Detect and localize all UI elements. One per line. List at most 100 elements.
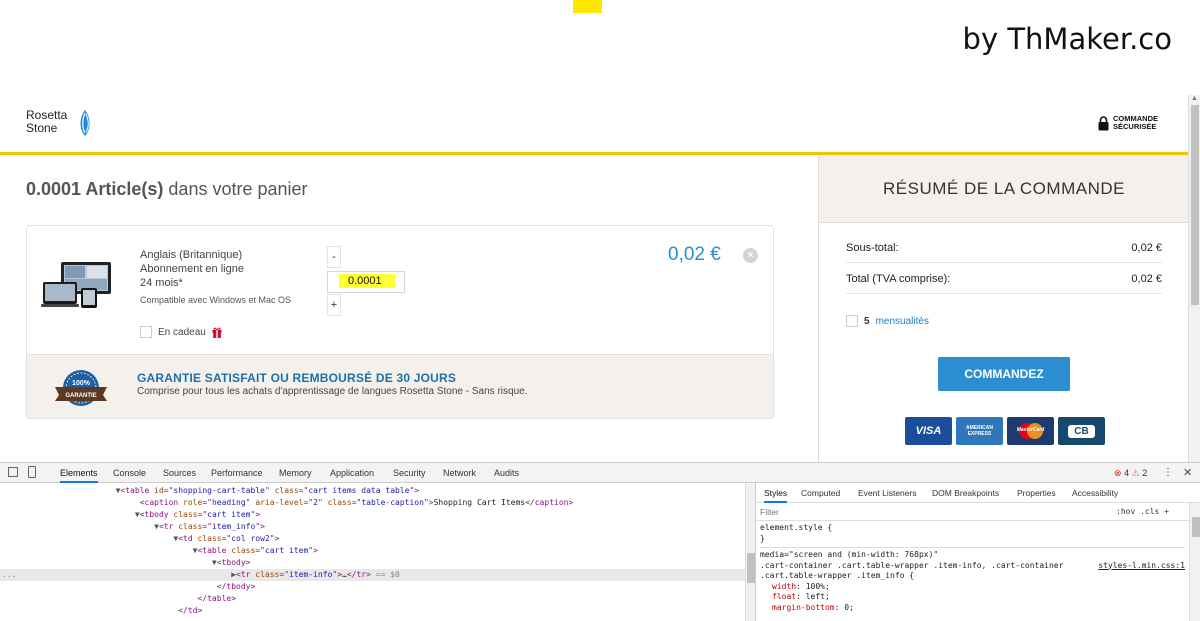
dom-node-line[interactable]: </td> xyxy=(0,605,745,617)
dom-node-line[interactable]: </tbody> xyxy=(0,581,745,593)
lock-icon xyxy=(1098,115,1109,130)
stylesheet-source-link[interactable]: styles-l.min.css:1 xyxy=(1098,561,1185,572)
dom-token: "> xyxy=(332,570,343,579)
page-scrollbar[interactable]: ▲ xyxy=(1188,95,1200,462)
order-summary: RÉSUMÉ DE LA COMMANDE Sous-total: 0,02 €… xyxy=(818,155,1188,462)
dom-tree: ▼<table id="shopping-cart-table" class="… xyxy=(0,483,745,621)
rule-prop-margin-bottom[interactable]: margin-bottom: 0; xyxy=(760,603,1185,614)
styles-filter-input[interactable] xyxy=(760,505,1060,519)
quantity-input[interactable] xyxy=(327,271,405,293)
style-rules: element.style { } media="screen and (min… xyxy=(760,523,1185,613)
prop-value-float: left; xyxy=(805,592,830,601)
yellow-highlight-mark xyxy=(573,0,602,13)
dom-indent xyxy=(0,594,193,603)
tab-properties[interactable]: Properties xyxy=(1017,483,1056,503)
styles-scrollbar-thumb[interactable] xyxy=(1192,517,1200,537)
remove-item-button[interactable]: × xyxy=(743,248,758,263)
device-toolbar-icon[interactable] xyxy=(28,466,36,478)
dom-node-line[interactable]: ▶<tr class="item-info">…</tr> == $0... xyxy=(0,569,745,581)
dom-token: class xyxy=(197,534,222,543)
guarantee-banner: 100% GARANTIE GARANTIE SATISFAIT OU REMB… xyxy=(27,354,773,418)
tab-event-listeners[interactable]: Event Listeners xyxy=(858,483,917,503)
tab-accessibility[interactable]: Accessibility xyxy=(1072,483,1118,503)
dom-token: " xyxy=(245,498,256,507)
dom-token: class xyxy=(173,510,198,519)
devtools-issue-counts[interactable]: ⊗ 4 ⚠ 2 xyxy=(1114,463,1147,483)
rule-selector-line1: .cart-container .cart.table-wrapper .ite… xyxy=(760,561,1185,572)
installments-option: 5 mensualités xyxy=(846,315,929,327)
cart-title-rest: dans votre panier xyxy=(163,179,308,199)
tab-network[interactable]: Network xyxy=(443,463,476,483)
dom-node-line[interactable]: ▼<table id="shopping-cart-table" class="… xyxy=(0,485,745,497)
tab-audits[interactable]: Audits xyxy=(494,463,519,483)
dom-node-line[interactable]: ▼<tbody class="cart item"> xyxy=(0,509,745,521)
dom-token: =" xyxy=(303,498,314,507)
devtools-close-icon[interactable]: ✕ xyxy=(1183,463,1192,483)
dom-indent xyxy=(0,534,173,543)
logo-wave-icon xyxy=(80,110,90,136)
tab-elements[interactable]: Elements xyxy=(60,463,98,483)
guarantee-title: GARANTIE SATISFAIT OU REMBOURSÉ DE 30 JO… xyxy=(137,371,457,385)
tab-styles[interactable]: Styles xyxy=(764,483,788,503)
selected-node-ellipsis-icon[interactable]: ... xyxy=(2,569,16,581)
tab-security[interactable]: Security xyxy=(393,463,426,483)
visa-card-icon: VISA xyxy=(905,417,952,445)
dom-token: shopping-cart-table xyxy=(173,486,265,495)
dom-tree-scrollbar[interactable] xyxy=(745,483,755,621)
quantity-decrease-button[interactable]: - xyxy=(327,246,341,268)
rule-prop-float[interactable]: float: left; xyxy=(760,592,1185,603)
page-scrollbar-thumb[interactable] xyxy=(1191,105,1199,305)
dom-token: =" xyxy=(279,570,290,579)
tab-dom-breakpoints[interactable]: DOM Breakpoints xyxy=(932,483,999,503)
dom-token: <table xyxy=(120,486,155,495)
installments-checkbox[interactable] xyxy=(846,315,858,327)
tab-memory[interactable]: Memory xyxy=(279,463,312,483)
tab-application[interactable]: Application xyxy=(330,463,374,483)
styles-scrollbar[interactable] xyxy=(1189,503,1200,621)
tab-computed[interactable]: Computed xyxy=(801,483,840,503)
rule-prop-width[interactable]: width: 100%; xyxy=(760,582,1185,593)
dom-token: </tr> xyxy=(346,570,371,579)
dom-scrollbar-thumb[interactable] xyxy=(747,553,755,583)
dom-node-line[interactable]: ▼<td class="col row2"> xyxy=(0,533,745,545)
tab-console[interactable]: Console xyxy=(113,463,146,483)
devtools-panel: Elements Console Sources Performance Mem… xyxy=(0,462,1200,621)
dom-token: <caption xyxy=(139,498,184,507)
product-info: Anglais (Britannique) Abonnement en lign… xyxy=(140,248,291,307)
dom-node-line[interactable]: ▼<tbody> xyxy=(0,557,745,569)
devtools-menu-icon[interactable]: ⋮ xyxy=(1163,463,1173,483)
cart-count: 0.0001 Article(s) xyxy=(26,179,164,199)
dom-indent xyxy=(0,582,212,591)
total-row: Total (TVA comprise): 0,02 € xyxy=(846,264,1162,294)
dom-token: </td> xyxy=(178,606,203,615)
hov-cls-controls[interactable]: :hov .cls + xyxy=(1116,503,1169,521)
dom-node-line[interactable]: ▼<table class="cart item"> xyxy=(0,545,745,557)
dom-node-line[interactable]: <caption role="heading" aria-level="2" c… xyxy=(0,497,745,509)
rosetta-stone-logo[interactable]: Rosetta Stone xyxy=(26,109,90,136)
dom-token: <td xyxy=(178,534,198,543)
dom-token: <table xyxy=(197,546,232,555)
dom-node-line[interactable]: ▼<tr class="item_info"> xyxy=(0,521,745,533)
gift-label: En cadeau xyxy=(158,326,206,338)
inspect-element-icon[interactable] xyxy=(8,467,18,477)
quantity-increase-button[interactable]: + xyxy=(327,294,341,316)
error-count: 4 xyxy=(1124,468,1130,478)
cart-title: 0.0001 Article(s) dans votre panier xyxy=(26,179,308,200)
product-name: Anglais (Britannique) xyxy=(140,249,243,261)
tab-performance[interactable]: Performance xyxy=(211,463,263,483)
product-compatibility: Compatible avec Windows et Mac OS xyxy=(140,295,292,305)
styles-filter-bar: :hov .cls + xyxy=(756,503,1189,521)
svg-text:100%: 100% xyxy=(72,380,91,387)
order-button[interactable]: COMMANDEZ xyxy=(938,357,1070,391)
dom-indent xyxy=(0,522,154,531)
installments-link[interactable]: mensualités xyxy=(876,316,929,327)
installments-count: 5 xyxy=(864,315,870,327)
gift-checkbox[interactable] xyxy=(140,326,152,338)
rule-selector-1: .cart-container .cart.table-wrapper .ite… xyxy=(760,560,1064,570)
top-banner: by ThMaker.co xyxy=(0,0,1200,95)
dom-token: </tbody> xyxy=(216,582,256,591)
dom-node-line[interactable]: </table> xyxy=(0,593,745,605)
scroll-up-arrow-icon[interactable]: ▲ xyxy=(1191,95,1198,102)
tab-sources[interactable]: Sources xyxy=(163,463,196,483)
dom-token: =" xyxy=(202,498,212,507)
